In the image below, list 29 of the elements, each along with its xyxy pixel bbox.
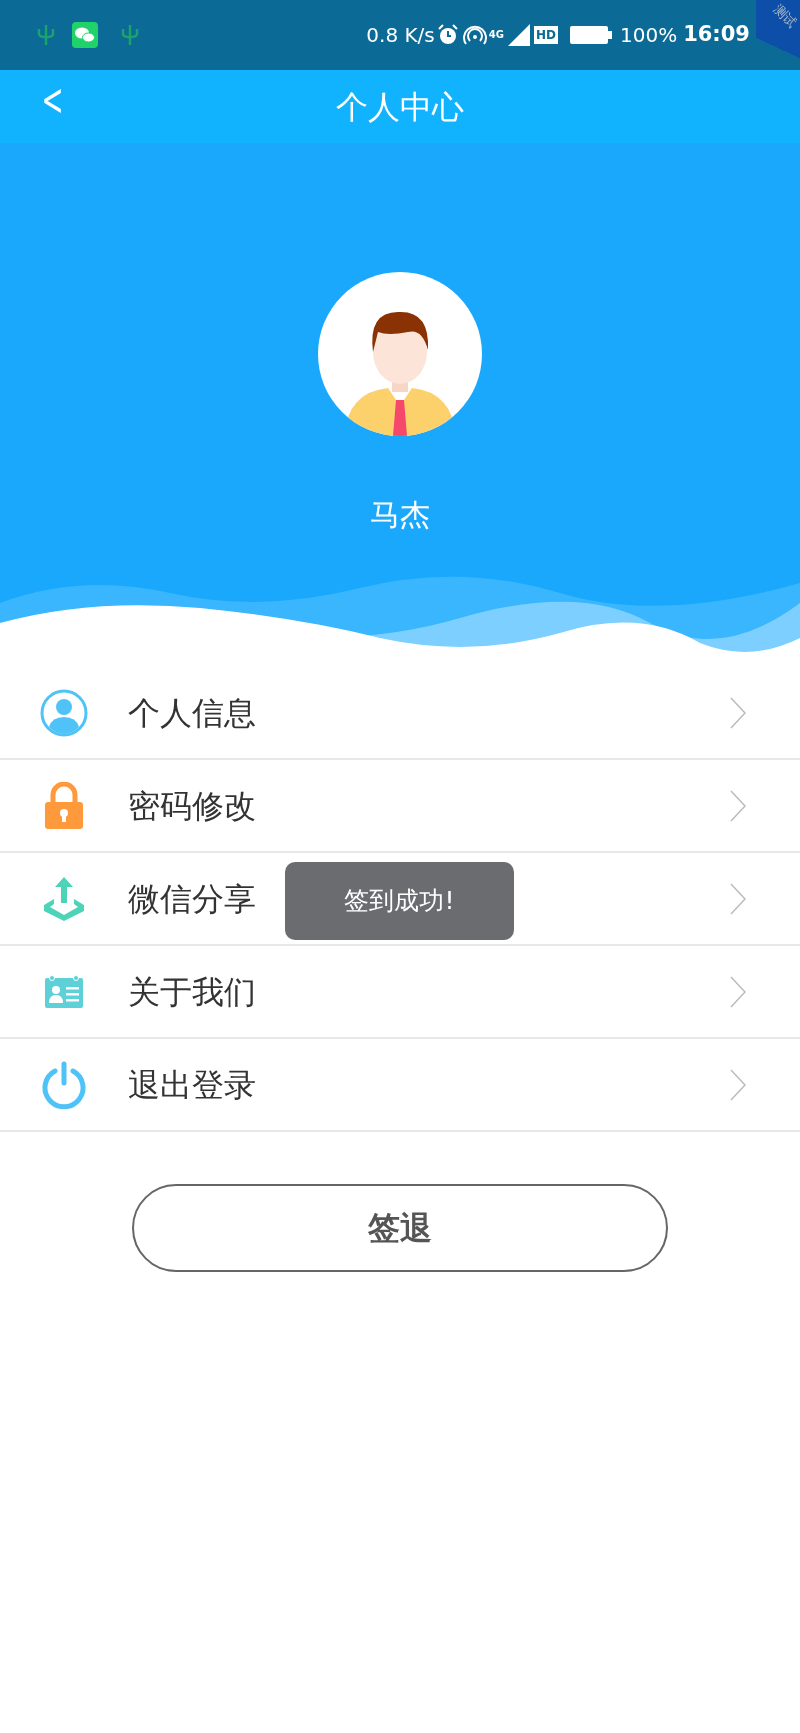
chevron-right-icon: [730, 975, 746, 1008]
network-speed: 0.8 K/s: [366, 22, 435, 49]
user-name: 马杰: [370, 496, 430, 534]
menu-item[interactable]: 关于我们: [0, 946, 800, 1039]
alarm-icon: [436, 24, 459, 46]
chevron-right-icon: [730, 696, 746, 729]
lock-icon: [44, 781, 84, 830]
usb-icon: [120, 23, 140, 47]
menu-item[interactable]: 密码修改: [0, 760, 800, 853]
chat-app-icon: [72, 22, 98, 48]
page-title: 个人中心: [336, 86, 464, 128]
battery-icon: [569, 25, 612, 45]
chevron-right-icon: [730, 882, 746, 915]
hd-label: HD: [533, 26, 558, 44]
id-card-icon: [44, 973, 84, 1010]
chevron-right-icon: [730, 1068, 746, 1101]
sign-out-button[interactable]: 签退: [132, 1184, 668, 1272]
clock: 16:09: [683, 21, 750, 49]
power-icon: [41, 1060, 87, 1109]
user-icon: [40, 688, 88, 737]
toast: 签到成功!: [285, 862, 514, 940]
chevron-right-icon: [730, 789, 746, 822]
menu-item[interactable]: 退出登录: [0, 1039, 800, 1132]
battery-level: 100%: [619, 22, 678, 49]
menu-item[interactable]: 个人信息: [0, 667, 800, 760]
network-type: 4G: [488, 30, 504, 40]
signal-icon: [507, 24, 530, 46]
hotspot-icon: [462, 24, 487, 46]
usb-icon: [36, 23, 56, 47]
